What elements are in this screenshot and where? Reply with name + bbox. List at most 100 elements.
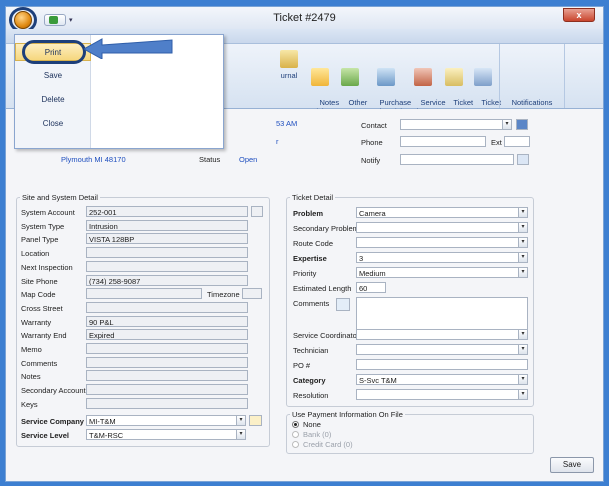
journal-button[interactable]: urnal bbox=[276, 50, 302, 80]
site-field-value[interactable] bbox=[86, 357, 248, 368]
site-field-label: System Account bbox=[21, 208, 75, 217]
ticket-form: 53 AM r Plymouth MI 48170 Status Open Co… bbox=[6, 109, 603, 481]
site-field-value[interactable] bbox=[86, 247, 248, 258]
site-field-label: System Type bbox=[21, 222, 65, 231]
payment-none-label: None bbox=[303, 420, 321, 429]
chevron-down-icon: ▾ bbox=[518, 268, 527, 277]
route-code-label: Route Code bbox=[293, 239, 334, 248]
site-field-label: Comments bbox=[21, 359, 58, 368]
category-select[interactable]: S-Svc T&M ▾ bbox=[356, 374, 528, 385]
site-field-value[interactable] bbox=[86, 370, 248, 381]
site-field-label: Map Code bbox=[21, 290, 56, 299]
site-field-label: Next Inspection bbox=[21, 263, 73, 272]
category-label: Category bbox=[293, 376, 326, 385]
site-field-label: Site Phone bbox=[21, 277, 58, 286]
site-field-label: Location bbox=[21, 249, 50, 258]
site-field-value[interactable]: Intrusion bbox=[86, 220, 248, 231]
ext-field[interactable] bbox=[504, 136, 530, 147]
technician-select[interactable]: ▾ bbox=[356, 344, 528, 355]
site-field-value[interactable]: 252-001 bbox=[86, 206, 248, 217]
journal-label: urnal bbox=[280, 71, 298, 80]
service-company-select[interactable]: MI-T&M ▾ bbox=[86, 415, 246, 426]
contact-lookup-button[interactable] bbox=[516, 119, 528, 130]
service-level-select[interactable]: T&M-RSC ▾ bbox=[86, 429, 246, 440]
menu-item-delete[interactable]: Delete bbox=[15, 91, 91, 109]
problem-value: Camera bbox=[359, 209, 386, 218]
notifications-group-label: Notifications bbox=[511, 98, 553, 107]
site-field-label: Warranty End bbox=[21, 331, 67, 340]
chevron-down-icon: ▾ bbox=[518, 238, 527, 247]
tag-icon bbox=[341, 68, 359, 86]
menu-item-save[interactable]: Save bbox=[15, 67, 91, 85]
po-field[interactable] bbox=[356, 359, 528, 370]
ticket-group-icon bbox=[474, 68, 492, 86]
service-level-label: Service Level bbox=[21, 431, 69, 440]
site-field-label: Memo bbox=[21, 345, 42, 354]
technician-label: Technician bbox=[293, 346, 329, 355]
notifications-group: Notifications bbox=[499, 44, 565, 108]
expertise-select[interactable]: 3 ▾ bbox=[356, 252, 528, 263]
address-fragment: r bbox=[276, 137, 279, 146]
site-field-value[interactable] bbox=[86, 343, 248, 354]
window-title: Ticket #2479 bbox=[273, 12, 336, 24]
notify-field[interactable] bbox=[400, 154, 514, 165]
account-tree-icon[interactable] bbox=[251, 206, 263, 217]
notify-label: Notify bbox=[361, 156, 381, 165]
email-icon[interactable] bbox=[517, 154, 529, 165]
chevron-down-icon: ▾ bbox=[502, 120, 511, 129]
chevron-down-icon: ▾ bbox=[518, 345, 527, 354]
site-field-label: Keys bbox=[21, 400, 38, 409]
priority-select[interactable]: Medium ▾ bbox=[356, 267, 528, 278]
payment-credit-card-radio[interactable] bbox=[292, 441, 299, 448]
timezone-field[interactable] bbox=[242, 288, 262, 299]
payment-bank-radio[interactable] bbox=[292, 431, 299, 438]
chevron-down-icon: ▾ bbox=[236, 416, 245, 425]
site-field-value[interactable] bbox=[86, 384, 248, 395]
ext-label: Ext bbox=[491, 138, 502, 147]
service-coordinator-label: Service Coordinator bbox=[293, 331, 360, 340]
site-section-title: Site and System Detail bbox=[20, 193, 100, 202]
close-window-button[interactable]: x bbox=[563, 8, 595, 22]
resolution-select[interactable]: ▾ bbox=[356, 389, 528, 400]
expertise-value: 3 bbox=[359, 254, 364, 263]
comments-label: Comments bbox=[293, 299, 330, 308]
service-level-value: T&M-RSC bbox=[89, 431, 124, 440]
site-field-value[interactable]: VISTA 128BP bbox=[86, 233, 248, 244]
time-fragment: 53 AM bbox=[276, 119, 298, 128]
title-bar: ▾ Ticket #2479 x bbox=[6, 7, 603, 33]
site-field-value[interactable]: 90 P&L bbox=[86, 316, 248, 327]
service-company-value: MI-T&M bbox=[89, 417, 116, 426]
comments-edit-icon[interactable] bbox=[336, 298, 350, 311]
contact-select[interactable]: ▾ bbox=[400, 119, 512, 130]
chevron-down-icon: ▾ bbox=[236, 430, 245, 439]
site-field-value[interactable] bbox=[86, 288, 202, 299]
problem-label: Problem bbox=[293, 209, 324, 218]
site-field-label: Warranty bbox=[21, 318, 52, 327]
menu-item-close[interactable]: Close bbox=[15, 115, 91, 133]
site-field-value[interactable]: (734) 258-9087 bbox=[86, 275, 248, 286]
category-value: S-Svc T&M bbox=[359, 376, 397, 385]
site-field-value[interactable]: Expired bbox=[86, 329, 248, 340]
journal-icon bbox=[280, 50, 298, 68]
phone-field[interactable] bbox=[400, 136, 486, 147]
service-coordinator-select[interactable]: ▾ bbox=[356, 329, 528, 340]
window-frame: ▾ Ticket #2479 x urnal Notes (0) Other I… bbox=[0, 0, 609, 486]
payment-section-title: Use Payment Information On File bbox=[290, 410, 405, 419]
route-code-select[interactable]: ▾ bbox=[356, 237, 528, 248]
site-field-value[interactable] bbox=[86, 261, 248, 272]
payment-none-radio[interactable] bbox=[292, 421, 299, 428]
estimated-length-field[interactable]: 60 bbox=[356, 282, 386, 293]
site-field-value[interactable] bbox=[86, 302, 248, 313]
chevron-down-icon: ▾ bbox=[518, 375, 527, 384]
contact-label: Contact bbox=[361, 121, 387, 130]
phone-label: Phone bbox=[361, 138, 383, 147]
problem-select[interactable]: Camera ▾ bbox=[356, 207, 528, 218]
payment-credit-card-label: Credit Card (0) bbox=[303, 440, 353, 449]
save-button[interactable]: Save bbox=[550, 457, 594, 473]
site-field-value[interactable] bbox=[86, 398, 248, 409]
edit-pencil-icon[interactable] bbox=[249, 415, 262, 426]
estimated-length-label: Estimated Length bbox=[293, 284, 352, 293]
secondary-problem-select[interactable]: ▾ bbox=[356, 222, 528, 233]
site-field-label: Panel Type bbox=[21, 235, 59, 244]
status-value: Open bbox=[239, 155, 258, 164]
